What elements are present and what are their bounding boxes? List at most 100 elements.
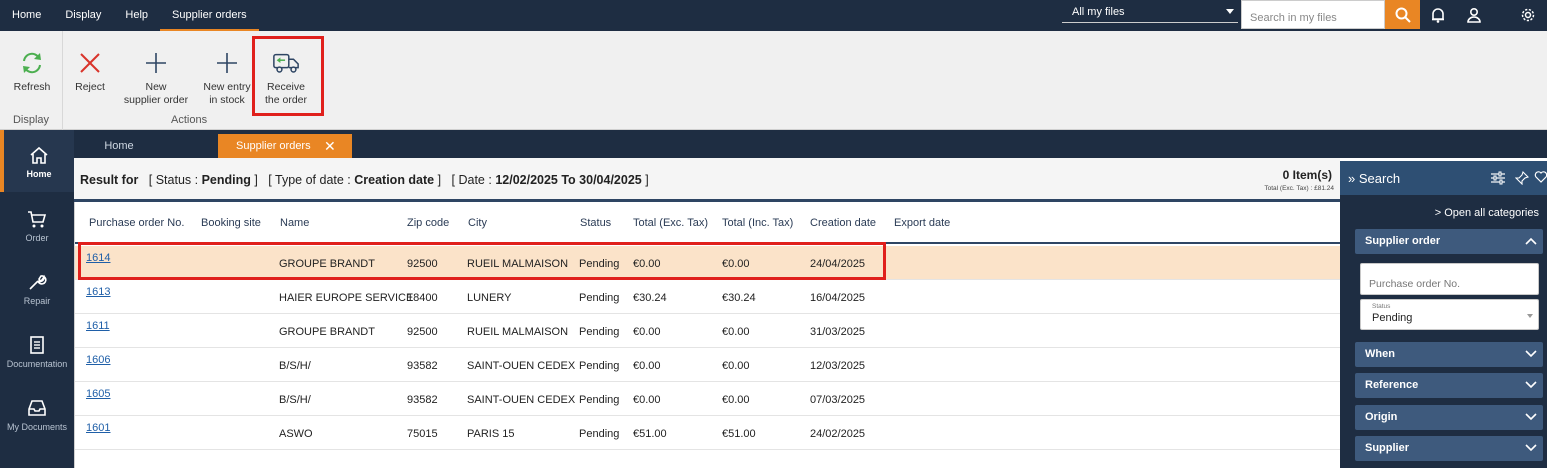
- menu-help[interactable]: Help: [113, 0, 160, 31]
- user-button[interactable]: [1464, 5, 1484, 25]
- nav-documentation[interactable]: Documentation: [0, 320, 74, 382]
- wrench-icon: [29, 274, 47, 290]
- purchase-order-no-placeholder: Purchase order No.: [1369, 278, 1461, 290]
- cell-status: Pending: [579, 326, 620, 338]
- cell-creation-date: 07/03/2025: [810, 394, 866, 406]
- refresh-button[interactable]: Refresh: [8, 49, 56, 94]
- reject-label: Reject: [75, 81, 105, 93]
- col-export-date[interactable]: Export date: [894, 217, 950, 229]
- search-files-input[interactable]: Search in my files: [1241, 0, 1385, 29]
- cell-name: HAIER EUROPE SERVICE: [279, 292, 414, 304]
- po-link[interactable]: 1613: [86, 286, 110, 298]
- accordion-origin[interactable]: Origin: [1355, 405, 1543, 430]
- result-prefix: Result for: [80, 173, 139, 187]
- accordion-supplier-label: Supplier: [1365, 442, 1410, 454]
- cell-zip: 18400: [407, 292, 438, 304]
- main-menu: Home Display Help Supplier orders: [0, 0, 259, 31]
- refresh-label: Refresh: [13, 81, 51, 93]
- status-select[interactable]: Status Pending: [1360, 299, 1539, 330]
- col-purchase-order-no[interactable]: Purchase order No.: [89, 217, 184, 229]
- cell-status: Pending: [579, 428, 620, 440]
- col-total-exc-tax[interactable]: Total (Exc. Tax): [633, 217, 708, 229]
- tab-home[interactable]: Home: [74, 134, 164, 158]
- expand-icon: »: [1348, 171, 1356, 186]
- table-row[interactable]: 1613 HAIER EUROPE SERVICE 18400 LUNERY P…: [75, 280, 1341, 314]
- table-header: Purchase order No. Booking site Name Zip…: [75, 202, 1341, 244]
- table-row[interactable]: 1611 GROUPE BRANDT 92500 RUEIL MALMAISON…: [75, 314, 1341, 348]
- nav-repair[interactable]: Repair: [0, 257, 74, 319]
- cell-status: Pending: [579, 394, 620, 406]
- open-all-label: Open all categories: [1444, 207, 1539, 219]
- plus-icon: [146, 53, 166, 73]
- cell-creation-date: 24/02/2025: [810, 428, 866, 440]
- cell-total-exc: €0.00: [633, 326, 661, 338]
- cell-zip: 93582: [407, 394, 438, 406]
- select-caret-icon: [1527, 314, 1533, 318]
- po-link[interactable]: 1611: [86, 320, 110, 332]
- status-filter-value: Pending: [201, 173, 251, 187]
- cell-status: Pending: [579, 360, 620, 372]
- nav-order-label: Order: [25, 233, 49, 243]
- nav-home[interactable]: Home: [0, 130, 74, 192]
- open-all-categories[interactable]: > Open all categories: [1435, 207, 1539, 219]
- search-icon: [1395, 7, 1411, 23]
- accordion-when[interactable]: When: [1355, 342, 1543, 367]
- menu-home[interactable]: Home: [0, 0, 53, 31]
- new-entry-in-stock-button[interactable]: New entry in stock: [199, 49, 255, 107]
- col-status[interactable]: Status: [580, 217, 611, 229]
- cell-city: RUEIL MALMAISON: [467, 326, 569, 338]
- menu-supplier-orders[interactable]: Supplier orders: [160, 0, 259, 31]
- date-filter-value: 12/02/2025 To 30/04/2025: [495, 173, 642, 187]
- refresh-icon: [23, 52, 41, 74]
- nav-my-documents[interactable]: My Documents: [0, 383, 74, 445]
- menu-display[interactable]: Display: [53, 0, 113, 31]
- po-link[interactable]: 1606: [86, 354, 110, 366]
- close-tab-icon[interactable]: ✕: [324, 138, 336, 155]
- table-row[interactable]: 1605 B/S/H/ 93582 SAINT-OUEN CEDEX Pendi…: [75, 382, 1341, 416]
- col-booking-site[interactable]: Booking site: [201, 217, 261, 229]
- cell-total-inc: €30.24: [722, 292, 756, 304]
- chevron-right-icon: >: [1434, 207, 1442, 219]
- pin-icon[interactable]: [1515, 171, 1529, 185]
- search-button[interactable]: [1385, 0, 1420, 29]
- status-select-label: Status: [1372, 303, 1391, 310]
- filter-sliders-icon[interactable]: [1490, 171, 1506, 185]
- home-icon: [30, 146, 48, 164]
- date-filter-close: ]: [645, 173, 649, 187]
- accordion-reference[interactable]: Reference: [1355, 373, 1543, 398]
- settings-button[interactable]: [1518, 5, 1538, 25]
- table-row[interactable]: 1606 B/S/H/ 93582 SAINT-OUEN CEDEX Pendi…: [75, 348, 1341, 382]
- purchase-order-no-input[interactable]: Purchase order No.: [1360, 263, 1539, 295]
- search-panel-title[interactable]: » Search: [1348, 171, 1400, 186]
- table-row[interactable]: 1601 ASWO 75015 PARIS 15 Pending €51.00 …: [75, 416, 1341, 450]
- result-summary: Result for [ Status : Pending ] [ Type o…: [80, 173, 649, 187]
- search-panel: » Search > Open all categories Supplier …: [1340, 161, 1547, 468]
- heart-icon[interactable]: [1534, 170, 1547, 184]
- new-entry-label-2: in stock: [209, 94, 245, 106]
- files-filter-select[interactable]: All my files: [1062, 2, 1238, 23]
- col-city[interactable]: City: [468, 217, 487, 229]
- chevron-down-icon: [1525, 350, 1537, 358]
- cell-zip: 75015: [407, 428, 438, 440]
- cell-name: B/S/H/: [279, 394, 311, 406]
- cart-icon: [28, 211, 47, 228]
- reject-button[interactable]: Reject: [69, 49, 111, 94]
- col-zip-code[interactable]: Zip code: [407, 217, 449, 229]
- cell-total-inc: €0.00: [722, 326, 750, 338]
- col-total-inc-tax[interactable]: Total (Inc. Tax): [722, 217, 793, 229]
- nav-order[interactable]: Order: [0, 194, 74, 256]
- new-supplier-order-button[interactable]: New supplier order: [119, 49, 193, 107]
- notifications-button[interactable]: [1428, 5, 1448, 25]
- type-filter-close: ]: [437, 173, 442, 187]
- col-creation-date[interactable]: Creation date: [810, 217, 876, 229]
- accordion-supplier[interactable]: Supplier: [1355, 436, 1543, 461]
- po-link[interactable]: 1601: [86, 422, 110, 434]
- accordion-supplier-order-label: Supplier order: [1365, 235, 1441, 247]
- col-name[interactable]: Name: [280, 217, 309, 229]
- cell-city: LUNERY: [467, 292, 512, 304]
- accordion-supplier-order[interactable]: Supplier order: [1355, 229, 1543, 254]
- user-icon: [1467, 7, 1481, 23]
- tab-supplier-orders[interactable]: Supplier orders ✕: [218, 134, 352, 158]
- po-link[interactable]: 1605: [86, 388, 110, 400]
- chevron-down-icon: [1525, 444, 1537, 452]
